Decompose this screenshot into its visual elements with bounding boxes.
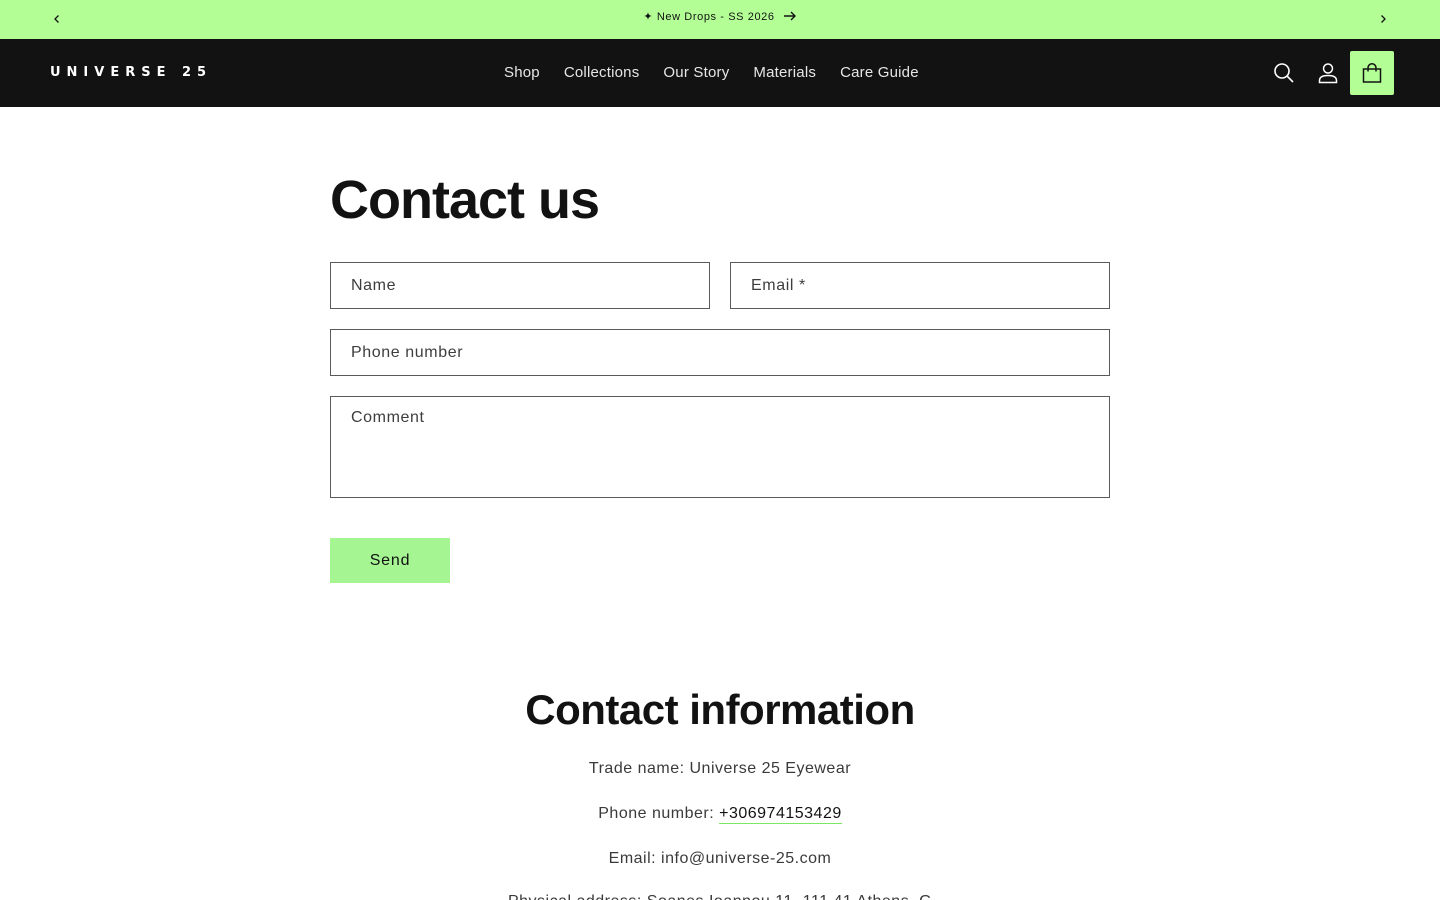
name-field <box>330 262 710 309</box>
account-button[interactable] <box>1306 51 1350 95</box>
nav-item-shop[interactable]: Shop <box>492 61 552 85</box>
cart-button[interactable] <box>1350 51 1394 95</box>
comment-field <box>330 396 1110 498</box>
chevron-right-icon <box>1381 15 1386 23</box>
announcement-bar: ✦ New Drops - SS 2026 <box>0 0 1440 39</box>
account-icon <box>1318 63 1338 84</box>
search-button[interactable] <box>1262 51 1306 95</box>
site-logo[interactable]: UNIVERSE 25 <box>50 66 212 80</box>
announcement-link[interactable]: ✦ New Drops - SS 2026 <box>643 10 796 23</box>
send-button[interactable]: Send <box>330 538 450 583</box>
name-input[interactable] <box>331 263 709 308</box>
nav-item-care-guide[interactable]: Care Guide <box>828 61 931 85</box>
announcement-text: ✦ New Drops - SS 2026 <box>643 10 775 23</box>
main-nav: Shop Collections Our Story Materials Car… <box>492 61 931 85</box>
page-title: Contact us <box>330 170 600 230</box>
nav-item-materials[interactable]: Materials <box>741 61 828 85</box>
nav-item-our-story[interactable]: Our Story <box>651 61 741 85</box>
phone-label: Phone number: <box>598 805 720 822</box>
phone-field <box>330 329 1110 376</box>
phone-number-link[interactable]: +306974153429 <box>719 805 842 824</box>
email-text: Email: info@universe-25.com <box>608 850 832 867</box>
email-field <box>730 262 1110 309</box>
nav-item-collections[interactable]: Collections <box>552 61 652 85</box>
arrow-right-icon <box>783 11 796 21</box>
comment-textarea[interactable] <box>331 397 1109 497</box>
site-header: UNIVERSE 25 Shop Collections Our Story M… <box>0 39 1440 107</box>
search-icon <box>1274 63 1294 83</box>
trade-name-text: Trade name: Universe 25 Eyewear <box>588 760 852 777</box>
phone-input[interactable] <box>331 330 1109 375</box>
phone-number-line: Phone number: +306974153429 <box>0 803 1440 825</box>
announcement-message: ✦ New Drops - SS 2026 <box>0 8 1440 24</box>
address-text: Physical address: Soanes Ioannou 11, 111… <box>0 891 1440 900</box>
cart-icon <box>1362 63 1382 83</box>
contact-info-title: Contact information <box>525 686 915 733</box>
email-input[interactable] <box>731 263 1109 308</box>
announcement-next-button[interactable] <box>1372 8 1394 30</box>
